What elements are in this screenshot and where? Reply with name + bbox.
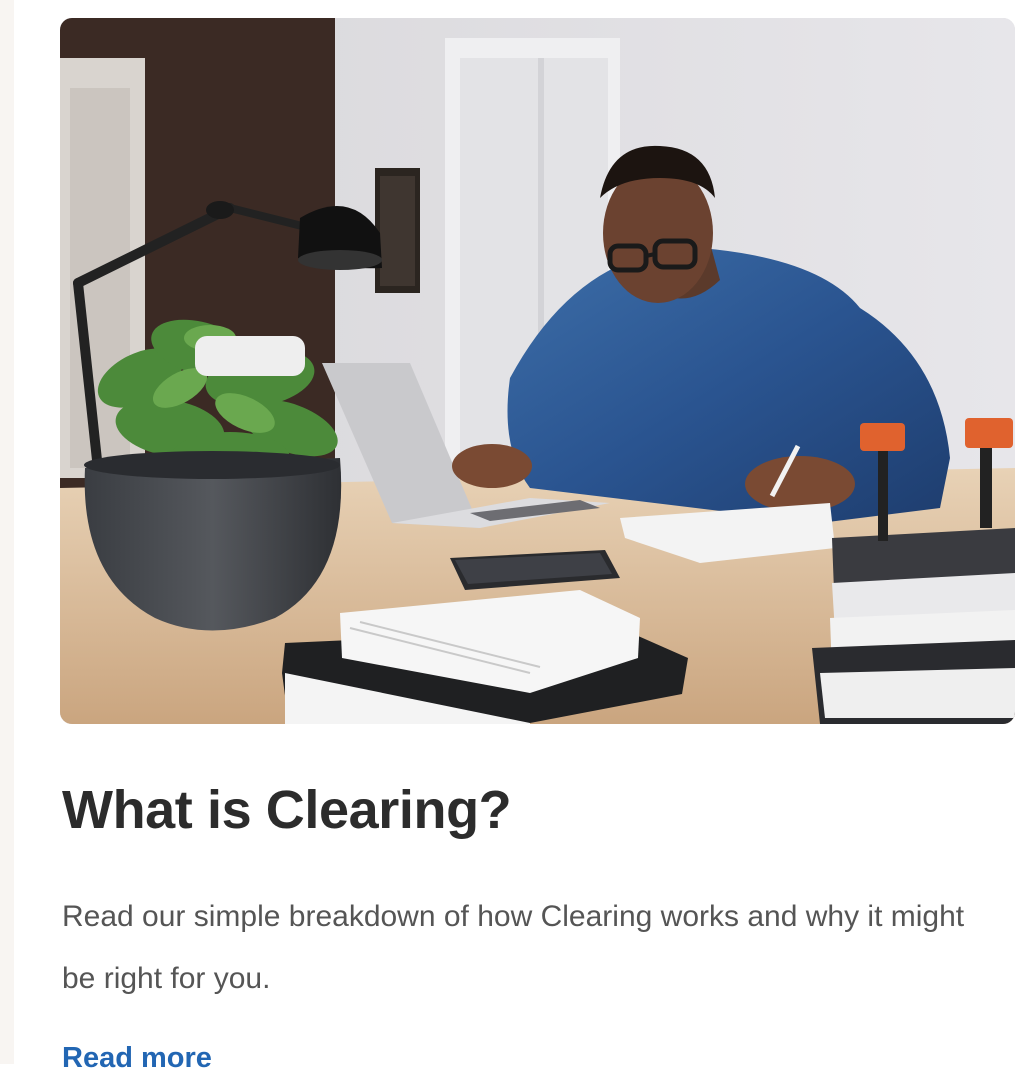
card-description: Read our simple breakdown of how Clearin… [62, 900, 965, 995]
photo-icon [60, 18, 1015, 724]
page-edge [0, 0, 14, 1064]
article-card: What is Clearing? Read our simple breakd… [60, 18, 1015, 1074]
read-more-link[interactable]: Read more [62, 1038, 212, 1078]
card-title[interactable]: What is Clearing? [62, 778, 512, 842]
article-image[interactable] [60, 18, 1015, 724]
